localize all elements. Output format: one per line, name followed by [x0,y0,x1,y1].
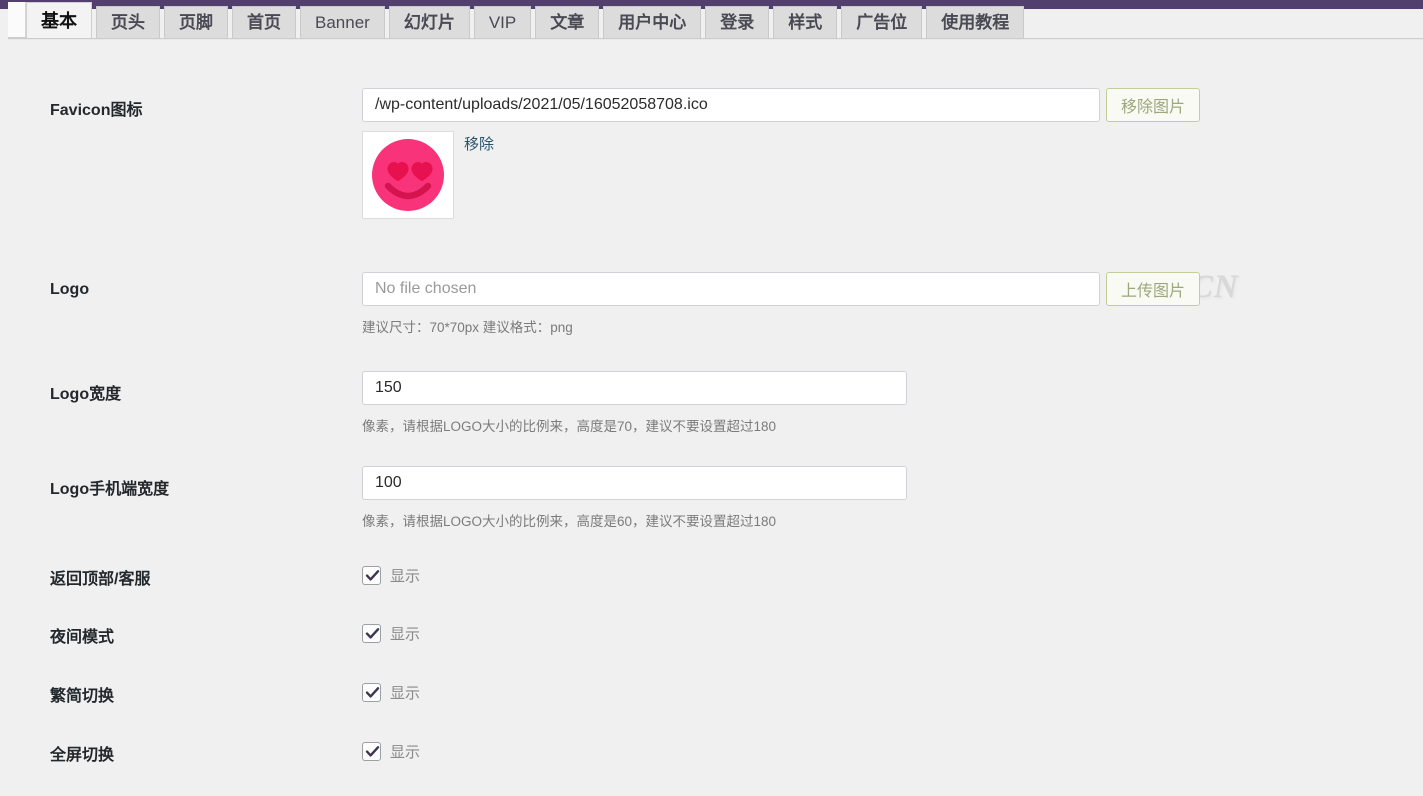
field-row-logo: Logo 上传图片 建议尺寸：70*70px 建议格式：png [0,272,1423,342]
tab-strip-left-stub [8,2,26,38]
check-icon [365,570,380,581]
tab-tutorial[interactable]: 使用教程 [926,6,1025,38]
logo-mobile-width-field-group: 像素，请根据LOGO大小的比例来，高度是60，建议不要设置超过180 [362,466,907,530]
favicon-label: Favicon图标 [50,102,143,119]
tab-login[interactable]: 登录 [705,6,770,38]
logo-width-label: Logo宽度 [50,386,122,403]
fullscreen-switch-checkbox-group[interactable]: 显示 [362,741,420,762]
fullscreen-switch-label: 全屏切换 [50,747,115,764]
favicon-path-input[interactable] [362,88,1100,122]
logo-mobile-width-label: Logo手机端宽度 [50,481,170,498]
script-switch-label: 繁简切换 [50,688,115,705]
favicon-remove-link[interactable]: 移除 [464,133,494,154]
check-icon [365,746,380,757]
logo-path-input[interactable] [362,272,1100,306]
night-mode-checkbox[interactable] [362,624,381,643]
logo-width-field-group: 像素，请根据LOGO大小的比例来，高度是70，建议不要设置超过180 [362,371,907,435]
logo-width-hint: 像素，请根据LOGO大小的比例来，高度是70，建议不要设置超过180 [362,419,777,434]
tab-ad-slot[interactable]: 广告位 [841,6,923,38]
logo-hint: 建议尺寸：70*70px 建议格式：png [362,320,573,335]
logo-mobile-width-hint: 像素，请根据LOGO大小的比例来，高度是60，建议不要设置超过180 [362,514,777,529]
pink-heart-eyes-smiley-icon [372,139,444,211]
back-to-top-checkbox-group[interactable]: 显示 [362,565,420,586]
tab-user-center[interactable]: 用户中心 [603,6,702,38]
night-mode-checkbox-label: 显示 [390,626,421,643]
back-to-top-checkbox[interactable] [362,566,381,585]
field-row-logo-width: Logo宽度 像素，请根据LOGO大小的比例来，高度是70，建议不要设置超过18… [0,371,1423,441]
logo-field-group: 上传图片 建议尺寸：70*70px 建议格式：png [362,272,1201,336]
logo-upload-image-button[interactable]: 上传图片 [1106,272,1201,306]
tab-list: 基本 页头 页脚 首页 Banner 幻灯片 VIP 文章 用户中心 登录 样式… [26,2,1028,38]
tab-slideshow[interactable]: 幻灯片 [388,6,470,38]
favicon-preview-thumbnail [362,131,454,219]
settings-form: 3KA.CN Favicon图标 移除图片 移除 [0,40,1423,796]
logo-label: Logo [50,281,90,298]
back-to-top-label: 返回顶部/客服 [50,571,151,588]
logo-width-input[interactable] [362,371,907,405]
fullscreen-switch-checkbox-label: 显示 [390,744,421,761]
tab-style[interactable]: 样式 [773,6,838,38]
field-row-night-mode: 夜间模式 显示 [0,621,1423,667]
check-icon [365,687,380,698]
back-to-top-checkbox-label: 显示 [390,568,421,585]
field-row-back-to-top: 返回顶部/客服 显示 [0,563,1423,609]
fullscreen-switch-checkbox[interactable] [362,742,381,761]
night-mode-label: 夜间模式 [50,629,115,646]
field-row-logo-mobile-width: Logo手机端宽度 像素，请根据LOGO大小的比例来，高度是60，建议不要设置超… [0,466,1423,536]
favicon-remove-image-button[interactable]: 移除图片 [1106,88,1201,122]
script-switch-checkbox-label: 显示 [390,685,421,702]
logo-mobile-width-input[interactable] [362,466,907,500]
tab-footer[interactable]: 页脚 [164,6,228,38]
field-row-favicon: Favicon图标 移除图片 移除 [0,88,1423,268]
script-switch-checkbox-group[interactable]: 显示 [362,682,420,703]
script-switch-checkbox[interactable] [362,683,381,702]
tab-banner[interactable]: Banner [300,6,385,38]
tab-basic[interactable]: 基本 [26,2,92,38]
field-row-script-switch: 繁简切换 显示 [0,680,1423,726]
check-icon [365,628,380,639]
field-row-fullscreen-switch: 全屏切换 显示 [0,739,1423,785]
tab-homepage[interactable]: 首页 [232,6,296,38]
tab-article[interactable]: 文章 [535,6,600,38]
tab-vip[interactable]: VIP [473,6,532,38]
settings-tab-strip: 基本 页头 页脚 首页 Banner 幻灯片 VIP 文章 用户中心 登录 样式… [0,0,1423,40]
night-mode-checkbox-group[interactable]: 显示 [362,623,420,644]
favicon-field-group: 移除图片 移除 [362,88,1201,219]
tab-header[interactable]: 页头 [96,6,160,38]
